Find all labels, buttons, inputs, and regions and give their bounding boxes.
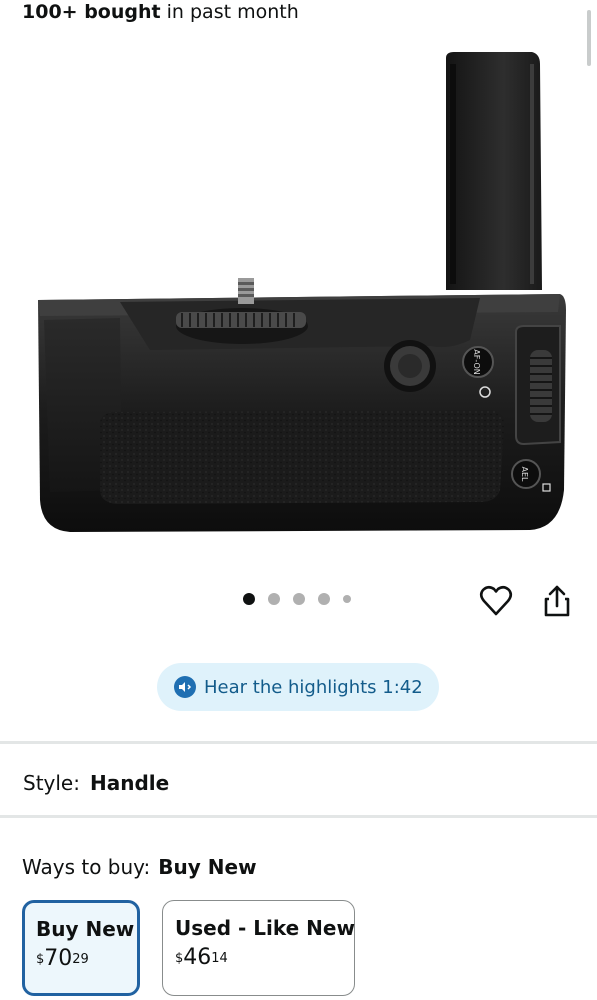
price-currency: $ xyxy=(175,951,184,966)
carousel-dot-4[interactable] xyxy=(318,593,330,605)
share-icon[interactable] xyxy=(539,583,575,619)
image-carousel-dots[interactable] xyxy=(243,593,364,605)
bought-period: in past month xyxy=(160,1,299,23)
hear-highlights-label: Hear the highlights 1:42 xyxy=(204,676,423,698)
carousel-dot-2[interactable] xyxy=(268,593,280,605)
buy-option-title: Buy New xyxy=(36,917,135,941)
speaker-icon xyxy=(174,676,196,698)
svg-text:AEL: AEL xyxy=(520,467,529,483)
bought-in-past-month: 100+ bought in past month xyxy=(22,0,299,24)
buy-option-title: Used - Like New xyxy=(175,916,355,940)
carousel-dot-3[interactable] xyxy=(293,593,305,605)
price-fraction: 14 xyxy=(211,951,228,966)
section-divider xyxy=(0,815,597,818)
hear-highlights-button[interactable]: Hear the highlights 1:42 xyxy=(157,663,439,711)
style-value: Handle xyxy=(89,771,170,795)
svg-text:AF-ON: AF-ON xyxy=(472,349,481,374)
price-currency: $ xyxy=(36,952,45,967)
product-page: 100+ bought in past month AF-ON AEL Hear… xyxy=(0,0,597,1000)
price-whole: 46 xyxy=(183,945,212,970)
scrollbar[interactable] xyxy=(587,10,591,66)
buy-option-price: $4614 xyxy=(175,946,354,971)
buy-option-price: $7029 xyxy=(36,947,137,972)
product-image[interactable]: AF-ON AEL xyxy=(30,50,570,540)
heart-icon[interactable] xyxy=(478,583,514,619)
buy-option-buy-new[interactable]: Buy New $7029 xyxy=(22,900,140,996)
price-fraction: 29 xyxy=(72,952,89,967)
ways-to-buy-label: Ways to buy: xyxy=(22,855,151,879)
bought-count: 100+ bought xyxy=(22,1,161,23)
style-label: Style: xyxy=(23,771,80,795)
style-selector[interactable]: Style: Handle xyxy=(23,770,169,796)
ways-to-buy-heading: Ways to buy: Buy New xyxy=(22,854,257,880)
carousel-dot-1[interactable] xyxy=(243,593,255,605)
section-divider xyxy=(0,741,597,744)
ways-to-buy-value: Buy New xyxy=(158,855,257,879)
buy-option-used-like-new[interactable]: Used - Like New $4614 xyxy=(162,900,355,996)
carousel-dot-5[interactable] xyxy=(343,595,351,603)
price-whole: 70 xyxy=(44,946,73,971)
